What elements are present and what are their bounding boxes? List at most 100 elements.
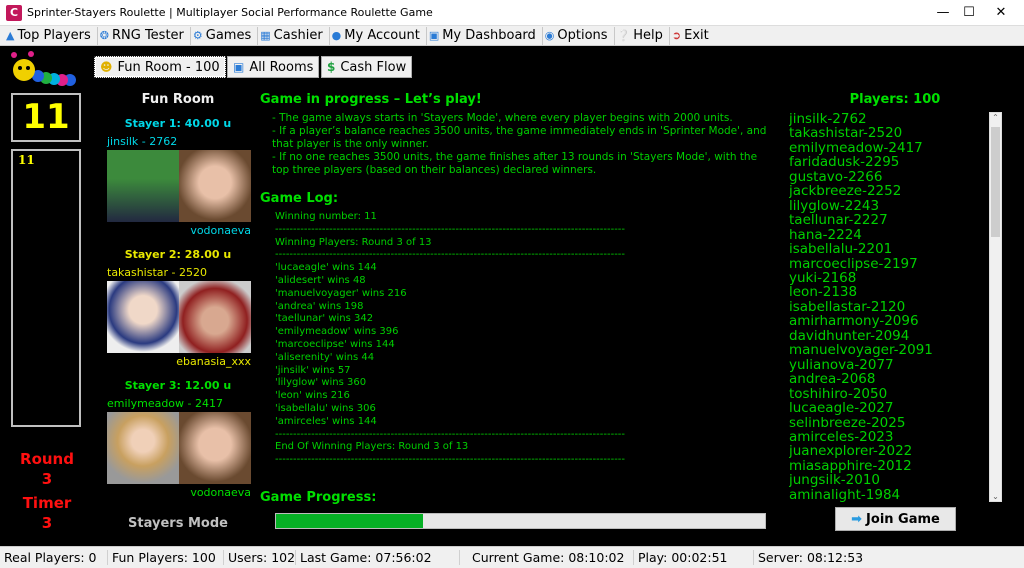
game-rules: - The game always starts in 'Stayers Mod…	[272, 112, 772, 177]
progress-fill	[276, 514, 423, 528]
rule: - If no one reaches 3500 units, the game…	[272, 151, 758, 176]
player-list-item[interactable]: miasapphire-2012	[789, 458, 989, 473]
all-rooms-button[interactable]: ▣ All Rooms	[227, 56, 320, 78]
stayer-3: Stayer 3: 12.00 u emilymeadow - 2417 vod…	[105, 379, 251, 499]
winner-entry: 'leon' wins 216	[275, 390, 350, 402]
partner-name: vodonaeva	[190, 486, 251, 499]
player-list-item[interactable]: lucaeagle-2027	[789, 401, 989, 416]
game-log: Winning number: 11 ---------------------…	[275, 211, 675, 467]
player-list-item[interactable]: jinsilk-2762	[789, 112, 989, 126]
player-list-item[interactable]: jackbreeze-2252	[789, 184, 989, 199]
menu-top-players[interactable]: ▲ Top Players	[4, 26, 98, 45]
players-list[interactable]: jinsilk-2762 takashistar-2520 emilymeadow-…	[789, 112, 989, 502]
exit-icon: ➲	[671, 29, 682, 42]
player-list-item[interactable]: juanexplorer-2022	[789, 444, 989, 459]
stayer-2: Stayer 2: 28.00 u takashistar - 2520 eba…	[105, 248, 251, 368]
winner-entry: 'marcoeclipse' wins 144	[275, 338, 395, 350]
separator: ----------------------------------------…	[275, 223, 626, 235]
monitor-icon: ▣	[428, 29, 440, 42]
winner-entry: 'aliserenity' wins 44	[275, 351, 375, 363]
calculator-icon: ▦	[260, 29, 271, 42]
players-count: Players: 100	[849, 92, 941, 107]
rule: - The game always starts in 'Stayers Mod…	[272, 112, 733, 124]
status-current-game: Current Game: 08:10:02	[460, 550, 634, 565]
gear-icon: ⚙	[192, 29, 203, 42]
player-list-item[interactable]: takashistar-2520	[789, 126, 989, 141]
room-title: Fun Room	[141, 92, 215, 107]
menu-help[interactable]: ❔ Help	[615, 26, 670, 45]
player-list-item[interactable]: yuki-2168	[789, 271, 989, 286]
close-button[interactable]: ✕	[978, 0, 1024, 26]
player-list-item[interactable]: isabellastar-2120	[789, 299, 989, 314]
winner-entry: 'isabellalu' wins 306	[275, 402, 376, 414]
timer-value: 3	[41, 514, 53, 532]
game-mode: Stayers Mode	[128, 516, 228, 531]
menu-bar: ▲ Top Players ❂ RNG Tester ⚙ Games ▦ Cashier…	[0, 26, 1024, 46]
menu-my-dashboard[interactable]: ▣ My Dashboard	[427, 26, 543, 45]
join-game-button[interactable]: ➡ Join Game	[835, 507, 956, 531]
player-list-item[interactable]: davidhunter-2094	[789, 328, 989, 343]
stayer-label: Stayer 3: 12.00 u	[124, 379, 232, 392]
winning-number: Winning number: 11	[275, 211, 377, 222]
cash-flow-label: Cash Flow	[340, 59, 407, 75]
scroll-down-icon[interactable]: ⌄	[990, 492, 1001, 501]
player-list-item[interactable]: leon-2138	[789, 285, 989, 300]
scroll-thumb[interactable]	[991, 127, 1000, 237]
menu-my-account[interactable]: ● My Account	[330, 26, 427, 45]
player-avatar	[107, 281, 179, 353]
history-item: 11	[18, 153, 35, 167]
winner-entry: 'lucaeagle' wins 144	[275, 262, 377, 274]
winners-footer: End Of Winning Players: Round 3 of 13	[275, 441, 469, 453]
game-status-title: Game in progress – Let’s play!	[260, 92, 482, 107]
fun-room-button[interactable]: ☻ Fun Room - 100	[94, 56, 226, 78]
player-list-item[interactable]: jungsilk-2010	[789, 473, 989, 488]
smiley-icon: ☻	[100, 60, 113, 74]
player-list-item[interactable]: yulianova-2077	[789, 357, 989, 372]
game-progress-title: Game Progress:	[260, 490, 377, 505]
player-list-item[interactable]: selinbreeze-2025	[789, 415, 989, 430]
menu-label: Exit	[684, 28, 709, 43]
player-list-item[interactable]: toshihiro-2050	[789, 386, 989, 401]
player-list-item[interactable]: gustavo-2266	[789, 169, 989, 184]
compass-icon: ❂	[99, 29, 109, 42]
menu-rng-tester[interactable]: ❂ RNG Tester	[98, 26, 191, 45]
player-list-item[interactable]: faridadusk-2295	[789, 155, 989, 170]
player-list-item[interactable]: marcoeclipse-2197	[789, 256, 989, 271]
menu-games[interactable]: ⚙ Games	[191, 26, 259, 45]
timer-label: Timer	[22, 494, 72, 512]
dollar-icon: $	[327, 60, 336, 74]
player-list-item[interactable]: amirceles-2023	[789, 430, 989, 445]
menu-label: Help	[633, 28, 663, 43]
status-last-game: Last Game: 07:56:02	[296, 550, 460, 565]
player-list-item[interactable]: hana-2224	[789, 227, 989, 242]
current-number: 11	[11, 93, 81, 142]
player-list-item[interactable]: amirharmony-2096	[789, 314, 989, 329]
player-list-item[interactable]: emilymeadow-2417	[789, 140, 989, 155]
winners-header: Winning Players: Round 3 of 13	[275, 236, 432, 248]
menu-exit[interactable]: ➲ Exit	[670, 27, 715, 45]
stayer-label: Stayer 1: 40.00 u	[124, 117, 232, 130]
player-list-item[interactable]: isabellalu-2201	[789, 242, 989, 257]
separator: ----------------------------------------…	[275, 428, 626, 440]
player-avatar	[107, 412, 179, 484]
partner-name: vodonaeva	[190, 224, 251, 237]
winner-entry: 'emilymeadow' wins 396	[275, 326, 399, 338]
cash-flow-button[interactable]: $ Cash Flow	[321, 56, 413, 78]
menu-cashier[interactable]: ▦ Cashier	[258, 26, 330, 45]
winner-entry: 'alidesert' wins 48	[275, 274, 366, 286]
winner-entry: 'manuelvoyager' wins 216	[275, 287, 407, 299]
player-list-item[interactable]: taellunar-2227	[789, 213, 989, 228]
players-scrollbar[interactable]: ⌃ ⌄	[989, 112, 1002, 502]
status-fun-players: Fun Players: 100	[108, 550, 224, 565]
scroll-up-icon[interactable]: ⌃	[990, 113, 1001, 122]
winner-entry: 'amirceles' wins 144	[275, 415, 377, 427]
winner-entry: 'andrea' wins 198	[275, 300, 364, 312]
player-list-item[interactable]: manuelvoyager-2091	[789, 343, 989, 358]
caterpillar-logo	[11, 51, 76, 86]
player-list-item[interactable]: aminalight-1984	[789, 487, 989, 502]
player-list-item[interactable]: andrea-2068	[789, 372, 989, 387]
player-list-item[interactable]: lilyglow-2243	[789, 198, 989, 213]
game-log-title: Game Log:	[260, 191, 339, 206]
user-icon: ●	[331, 29, 342, 42]
menu-options[interactable]: ◉ Options	[543, 26, 615, 45]
